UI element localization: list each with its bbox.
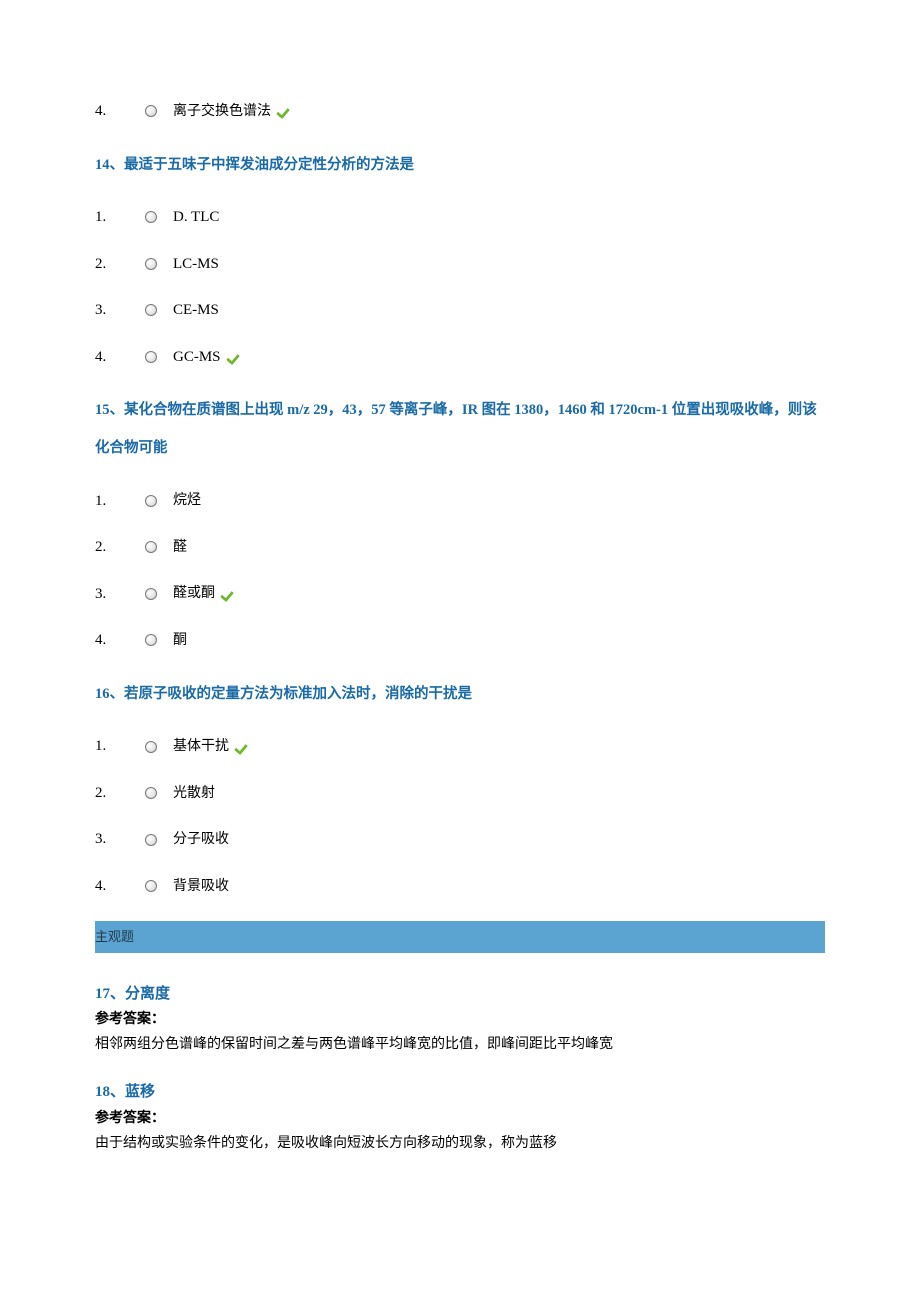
option-text: 酮 xyxy=(173,630,187,651)
option-text: 背景吸收 xyxy=(173,876,229,897)
option-number: 3. xyxy=(95,583,145,606)
option-text: D. TLC xyxy=(173,206,219,229)
option-row: 2. 醛 xyxy=(95,536,825,559)
check-icon xyxy=(277,104,295,118)
radio-icon[interactable] xyxy=(145,741,157,753)
option-row: 1. D. TLC xyxy=(95,206,825,229)
check-icon xyxy=(235,740,253,754)
radio-icon[interactable] xyxy=(145,834,157,846)
option-text: 醛或酮 xyxy=(173,583,239,604)
radio-icon[interactable] xyxy=(145,351,157,363)
option-number: 4. xyxy=(95,629,145,652)
option-row: 4. 背景吸收 xyxy=(95,875,825,898)
radio-icon[interactable] xyxy=(145,304,157,316)
option-number: 3. xyxy=(95,828,145,851)
radio-cell xyxy=(145,105,173,117)
option-number: 3. xyxy=(95,299,145,322)
radio-icon[interactable] xyxy=(145,634,157,646)
section-header-subjective: 主观题 xyxy=(95,921,825,953)
option-text: 基体干扰 xyxy=(173,736,253,757)
option-text: 光散射 xyxy=(173,783,215,804)
option-number: 2. xyxy=(95,782,145,805)
option-row: 3. 分子吸收 xyxy=(95,828,825,851)
option-text: LC-MS xyxy=(173,253,219,276)
question-15: 15、某化合物在质谱图上出现 m/z 29，43，57 等离子峰，IR 图在 1… xyxy=(95,392,825,651)
option-number: 1. xyxy=(95,735,145,758)
radio-icon[interactable] xyxy=(145,787,157,799)
question-title: 18、蓝移 xyxy=(95,1081,825,1104)
answer-label: 参考答案： xyxy=(95,1009,825,1030)
option-row: 4. 离子交换色谱法 xyxy=(95,100,825,123)
radio-icon[interactable] xyxy=(145,880,157,892)
check-icon xyxy=(227,350,245,364)
option-text: 离子交换色谱法 xyxy=(173,101,295,122)
question-13-remainder: 4. 离子交换色谱法 xyxy=(95,100,825,123)
option-row: 3. CE-MS xyxy=(95,299,825,322)
question-title: 14、最适于五味子中挥发油成分定性分析的方法是 xyxy=(95,147,825,185)
option-row: 1. 基体干扰 xyxy=(95,735,825,758)
option-number: 2. xyxy=(95,536,145,559)
radio-icon[interactable] xyxy=(145,105,157,117)
question-18: 18、蓝移 参考答案： 由于结构或实验条件的变化，是吸收峰向短波长方向移动的现象… xyxy=(95,1081,825,1154)
option-text: GC-MS xyxy=(173,346,245,369)
radio-icon[interactable] xyxy=(145,588,157,600)
option-number: 1. xyxy=(95,206,145,229)
question-title: 16、若原子吸收的定量方法为标准加入法时，消除的干扰是 xyxy=(95,676,825,714)
answer-text: 由于结构或实验条件的变化，是吸收峰向短波长方向移动的现象，称为蓝移 xyxy=(95,1133,825,1154)
answer-label: 参考答案： xyxy=(95,1108,825,1129)
option-row: 2. LC-MS xyxy=(95,253,825,276)
option-row: 3. 醛或酮 xyxy=(95,583,825,606)
answer-text: 相邻两组分色谱峰的保留时间之差与两色谱峰平均峰宽的比值，即峰间距比平均峰宽 xyxy=(95,1034,825,1055)
question-title: 15、某化合物在质谱图上出现 m/z 29，43，57 等离子峰，IR 图在 1… xyxy=(95,392,825,467)
question-title: 17、分离度 xyxy=(95,983,825,1006)
option-number: 2. xyxy=(95,253,145,276)
option-number: 4. xyxy=(95,875,145,898)
option-row: 2. 光散射 xyxy=(95,782,825,805)
option-text: 分子吸收 xyxy=(173,829,229,850)
option-number: 4. xyxy=(95,100,145,123)
option-row: 1. 烷烃 xyxy=(95,490,825,513)
radio-icon[interactable] xyxy=(145,541,157,553)
option-row: 4. GC-MS xyxy=(95,346,825,369)
option-number: 1. xyxy=(95,490,145,513)
option-text: CE-MS xyxy=(173,299,219,322)
question-17: 17、分离度 参考答案： 相邻两组分色谱峰的保留时间之差与两色谱峰平均峰宽的比值… xyxy=(95,983,825,1056)
check-icon xyxy=(221,587,239,601)
radio-icon[interactable] xyxy=(145,258,157,270)
radio-icon[interactable] xyxy=(145,495,157,507)
option-row: 4. 酮 xyxy=(95,629,825,652)
option-text: 烷烃 xyxy=(173,490,201,511)
question-14: 14、最适于五味子中挥发油成分定性分析的方法是 1. D. TLC 2. LC-… xyxy=(95,147,825,369)
option-number: 4. xyxy=(95,346,145,369)
option-text: 醛 xyxy=(173,537,187,558)
radio-icon[interactable] xyxy=(145,211,157,223)
question-16: 16、若原子吸收的定量方法为标准加入法时，消除的干扰是 1. 基体干扰 2. 光… xyxy=(95,676,825,898)
